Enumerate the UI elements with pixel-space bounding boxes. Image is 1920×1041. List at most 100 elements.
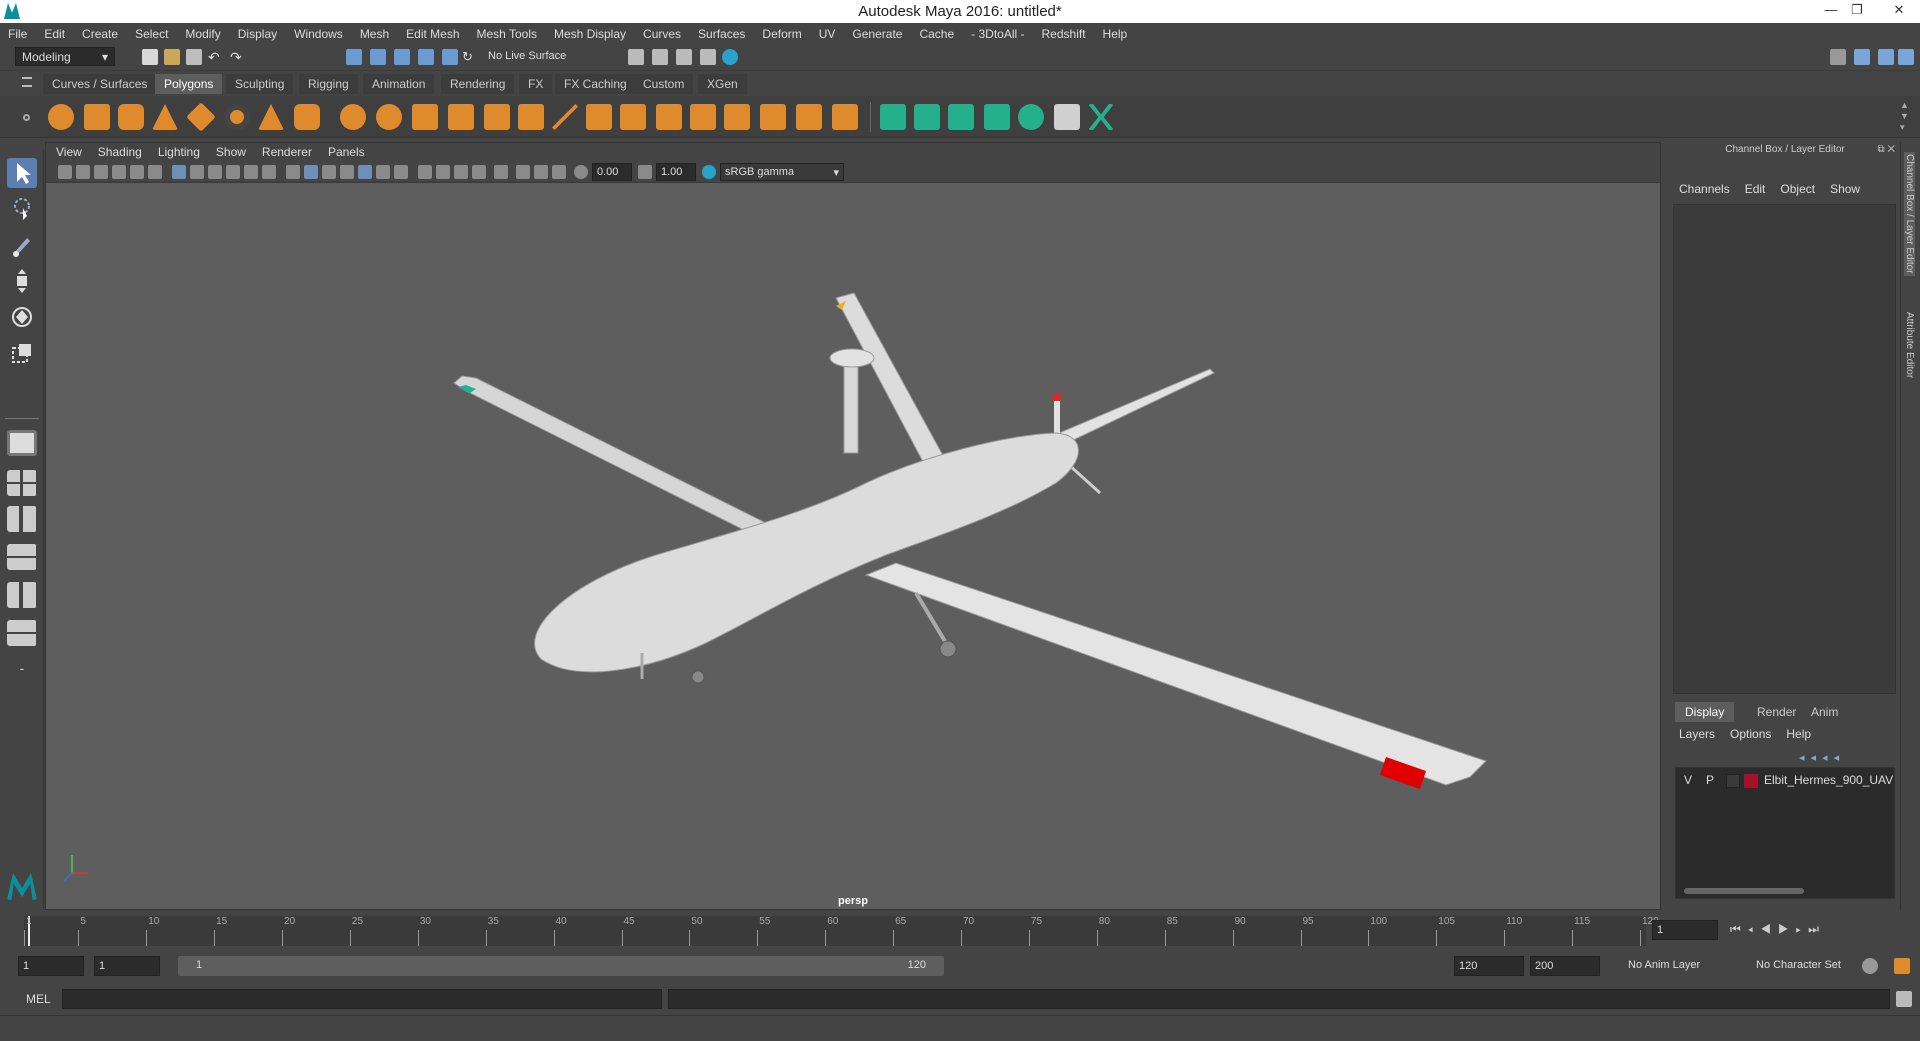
target-weld-icon[interactable] [832, 104, 858, 130]
auto-key-icon[interactable] [1862, 958, 1878, 974]
open-scene-icon[interactable] [164, 49, 180, 65]
colorspace-dropdown[interactable]: sRGB gamma ▾ [720, 163, 844, 181]
motion-blur-icon[interactable] [436, 165, 450, 179]
layer-playback-toggle[interactable]: P [1706, 773, 1714, 787]
combine-icon[interactable] [340, 104, 366, 130]
collapse-icon[interactable] [796, 104, 822, 130]
menu-edit[interactable]: Edit [44, 27, 65, 41]
menu-deform[interactable]: Deform [762, 27, 801, 41]
cb-menu-channels[interactable]: Channels [1679, 182, 1730, 200]
current-frame-field[interactable]: 1 [1652, 920, 1718, 940]
poly-cube-icon[interactable] [84, 104, 110, 130]
snap-curve-icon[interactable] [370, 49, 386, 65]
uv-editor-icon[interactable] [1018, 104, 1044, 130]
side-tab-attribute-editor[interactable]: Attribute Editor [1904, 312, 1915, 378]
menu-select[interactable]: Select [135, 27, 168, 41]
channel-box-toggle-icon[interactable] [1878, 49, 1894, 65]
menu-help[interactable]: Help [1103, 27, 1128, 41]
gamma-field[interactable]: 1.00 [656, 163, 696, 181]
shelf-settings-icon[interactable] [23, 114, 30, 121]
xray-icon[interactable] [516, 165, 530, 179]
layer-list[interactable]: V P Elbit_Hermes_900_UAV [1675, 767, 1895, 899]
time-ruler[interactable]: 1 5 10 15 20 25 30 35 40 45 50 55 60 65 70 75 80 85 90 95 10… [24, 916, 1659, 946]
layer-tab-display[interactable]: Display [1675, 702, 1735, 722]
snap-point-icon[interactable] [394, 49, 410, 65]
modeling-toolkit-icon[interactable] [1830, 49, 1846, 65]
render-current-icon[interactable] [652, 49, 668, 65]
shelf-scroll-icon[interactable]: ▲ ▼ ▾ [1900, 100, 1909, 133]
automatic-uv-icon[interactable] [984, 104, 1010, 130]
screen-space-ao-icon[interactable] [418, 165, 432, 179]
menu-cache[interactable]: Cache [919, 27, 954, 41]
rotate-tool-icon[interactable] [7, 302, 37, 332]
snap-view-icon[interactable] [418, 49, 434, 65]
live-surface-field[interactable]: No Live Surface [482, 48, 578, 67]
cb-menu-show[interactable]: Show [1830, 182, 1860, 200]
poly-sphere-icon[interactable] [48, 104, 74, 130]
use-all-lights-icon[interactable] [376, 165, 390, 179]
smooth-shade-icon[interactable] [304, 165, 318, 179]
extrude-icon[interactable] [586, 104, 612, 130]
save-scene-icon[interactable] [186, 49, 202, 65]
vp-menu-show[interactable]: Show [216, 145, 246, 159]
tab-curves-surfaces[interactable]: Curves / Surfaces [43, 74, 157, 94]
cut-uv-icon[interactable] [1088, 104, 1114, 130]
menu-windows[interactable]: Windows [294, 27, 343, 41]
command-input[interactable] [62, 989, 662, 1009]
gamma-icon[interactable] [638, 165, 652, 179]
menu-surfaces[interactable]: Surfaces [698, 27, 745, 41]
paint-select-tool-icon[interactable] [7, 230, 37, 260]
layer-menu-help[interactable]: Help [1786, 727, 1811, 741]
layer-name[interactable]: Elbit_Hermes_900_UAV [1764, 773, 1893, 787]
default-material-icon[interactable] [322, 165, 336, 179]
tab-rendering[interactable]: Rendering [441, 74, 515, 94]
tab-custom[interactable]: Custom [634, 74, 694, 94]
playback-start-field[interactable]: 1 [94, 956, 160, 976]
single-perspective-layout-icon[interactable] [7, 430, 37, 456]
safe-action-icon[interactable] [262, 165, 276, 179]
planar-uv-icon[interactable] [880, 104, 906, 130]
menu-redshift[interactable]: Redshift [1042, 27, 1086, 41]
vp-menu-shading[interactable]: Shading [98, 145, 142, 159]
camera-attr-icon[interactable] [76, 165, 90, 179]
time-slider[interactable]: 1 5 10 15 20 25 30 35 40 45 50 55 60 65 70 75 80 85 90 95 10… [0, 912, 1920, 948]
anim-layer-dropdown[interactable]: No Anim Layer [1624, 956, 1740, 976]
restore-icon[interactable]: ❐ [1846, 2, 1868, 18]
multi-cut-icon[interactable] [552, 104, 578, 130]
tab-fx[interactable]: FX [519, 74, 553, 94]
minimize-icon[interactable]: — [1820, 2, 1842, 17]
menu-file[interactable]: File [8, 27, 27, 41]
layer-buttons[interactable]: ◂◂◂◂ [1799, 751, 1845, 764]
side-tab-channel-box[interactable]: Channel Box / Layer Editor [1904, 152, 1915, 276]
cylindrical-uv-icon[interactable] [914, 104, 940, 130]
bridge-icon[interactable] [656, 104, 682, 130]
two-pane-layout-icon[interactable] [7, 506, 37, 532]
live-surface-icon[interactable]: ↻ [462, 49, 478, 65]
anim-prefs-icon[interactable] [1894, 958, 1910, 974]
layers-toggle-icon[interactable] [1898, 49, 1914, 65]
tab-rigging[interactable]: Rigging [299, 74, 358, 94]
menu-generate[interactable]: Generate [852, 27, 902, 41]
wireframe-on-shaded-icon[interactable] [340, 165, 354, 179]
snap-grid-icon[interactable] [346, 49, 362, 65]
mel-label[interactable]: MEL [26, 992, 51, 1006]
snap-surface-icon[interactable] [442, 49, 458, 65]
anim-end-field[interactable]: 200 [1530, 956, 1600, 976]
anim-start-field[interactable]: 1 [18, 956, 84, 976]
menu-mesh-tools[interactable]: Mesh Tools [477, 27, 537, 41]
poly-cylinder-icon[interactable] [118, 104, 144, 130]
tab-fx-caching[interactable]: FX Caching [555, 74, 636, 94]
layer-menu-options[interactable]: Options [1730, 727, 1771, 741]
append-icon[interactable] [690, 104, 716, 130]
depth-of-field-icon[interactable] [472, 165, 486, 179]
layer-tab-render[interactable]: Render [1747, 702, 1806, 722]
spherical-uv-icon[interactable] [948, 104, 974, 130]
render-view-icon[interactable] [628, 49, 644, 65]
textured-icon[interactable] [358, 165, 372, 179]
layer-color-swatch[interactable] [1744, 774, 1758, 788]
vp-menu-lighting[interactable]: Lighting [158, 145, 200, 159]
anti-aliasing-icon[interactable] [454, 165, 468, 179]
layer-tab-anim[interactable]: Anim [1801, 702, 1848, 722]
color-management-icon[interactable] [702, 165, 716, 179]
redo-icon[interactable]: ↷ [230, 49, 246, 65]
